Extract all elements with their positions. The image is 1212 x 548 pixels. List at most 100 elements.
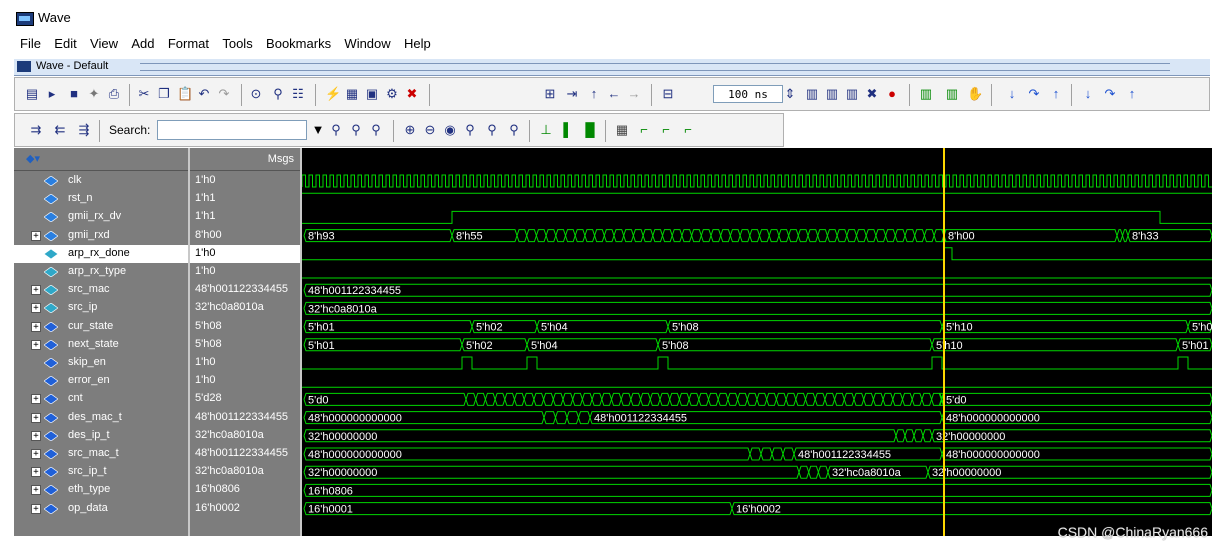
signal-row[interactable]: + src_ip 32'hc0a8010a: [14, 299, 300, 317]
break-icon[interactable]: ✖: [865, 87, 879, 101]
c-step-into-icon[interactable]: ↓: [1081, 87, 1095, 101]
c-step-out-icon[interactable]: ↑: [1125, 87, 1139, 101]
menu-format[interactable]: Format: [168, 36, 209, 51]
cut-icon[interactable]: ✂: [137, 87, 151, 101]
performance-icon[interactable]: ▥: [945, 87, 959, 101]
menu-tools[interactable]: Tools: [222, 36, 252, 51]
add-divider-icon[interactable]: ⇇: [53, 123, 67, 137]
signal-row[interactable]: clk 1'h0: [14, 172, 300, 190]
expand-icon[interactable]: +: [31, 303, 41, 314]
menu-window[interactable]: Window: [344, 36, 390, 51]
signal-row[interactable]: skip_en 1'h0: [14, 354, 300, 372]
compile-icon[interactable]: ✦: [87, 87, 101, 101]
c-step-over-icon[interactable]: ↷: [1103, 87, 1117, 101]
back-arrow-icon[interactable]: ←: [607, 87, 621, 101]
expand-icon[interactable]: +: [31, 430, 41, 441]
zoom-full-icon[interactable]: ◉: [443, 123, 457, 137]
wave-tool-icon-4[interactable]: ⚙: [385, 87, 399, 101]
menu-file[interactable]: File: [20, 36, 41, 51]
zoom-out-icon[interactable]: ⊖: [423, 123, 437, 137]
step-icon[interactable]: ⇥: [565, 87, 579, 101]
waveform-pane[interactable]: 8'h93 8'h55 8'h00 8'h33 48'h001122334455 32'h…: [302, 148, 1212, 536]
signal-row[interactable]: + des_mac_t 48'h001122334455: [14, 409, 300, 427]
wave-tool-icon-5[interactable]: ✖: [405, 87, 419, 101]
signal-row[interactable]: + src_mac 48'h001122334455: [14, 281, 300, 299]
undo-icon[interactable]: ↶: [197, 87, 211, 101]
search-input[interactable]: [157, 120, 307, 140]
run-icon[interactable]: ▥: [805, 87, 819, 101]
signal-row[interactable]: + des_ip_t 32'hc0a8010a: [14, 427, 300, 445]
step-out-icon[interactable]: ↑: [1049, 87, 1063, 101]
zoom-range-icon[interactable]: ⚲: [485, 123, 499, 137]
menu-add[interactable]: Add: [131, 36, 154, 51]
hierarchy-icon[interactable]: ☷: [291, 87, 305, 101]
wave-edge-icon-2[interactable]: ⌐: [659, 123, 673, 137]
zoom-cursor-icon[interactable]: ⚲: [463, 123, 477, 137]
insert-cursor-icon[interactable]: ⊥: [539, 123, 553, 137]
search-next-icon[interactable]: ⚲: [349, 123, 363, 137]
menu-bookmarks[interactable]: Bookmarks: [266, 36, 331, 51]
add-group-icon[interactable]: ⇶: [77, 123, 91, 137]
forward-arrow-icon[interactable]: →: [627, 87, 641, 101]
signal-row[interactable]: + src_ip_t 32'hc0a8010a: [14, 463, 300, 481]
signal-row[interactable]: error_en 1'h0: [14, 372, 300, 390]
menu-view[interactable]: View: [90, 36, 118, 51]
signal-row[interactable]: gmii_rx_dv 1'h1: [14, 208, 300, 226]
print-icon[interactable]: ⎙: [107, 87, 121, 101]
expand-icon[interactable]: +: [31, 394, 41, 405]
zoom-in-icon[interactable]: ⊕: [403, 123, 417, 137]
wave-tool-icon-1[interactable]: ⚡: [325, 87, 341, 101]
open-icon[interactable]: ▸: [45, 87, 59, 101]
add-wave-icon[interactable]: ⇉: [29, 123, 43, 137]
new-file-icon[interactable]: ▤: [25, 87, 39, 101]
signal-row[interactable]: + cnt 5'd28: [14, 390, 300, 408]
copy-icon[interactable]: ❐: [157, 87, 171, 101]
signal-row[interactable]: arp_rx_type 1'h0: [14, 263, 300, 281]
expand-icon[interactable]: +: [31, 449, 41, 459]
run-length-field[interactable]: 100 ns: [713, 85, 783, 103]
wave-view-icon-1[interactable]: ▌: [561, 123, 575, 137]
step-into-icon[interactable]: ↓: [1005, 87, 1019, 101]
zoom-last-icon[interactable]: ⚲: [507, 123, 521, 137]
expand-icon[interactable]: +: [31, 485, 41, 496]
find-icon[interactable]: ⚲: [271, 87, 285, 101]
run-all-icon[interactable]: ▥: [845, 87, 859, 101]
signal-row[interactable]: + src_mac_t 48'h001122334455: [14, 445, 300, 463]
signal-row[interactable]: + gmii_rxd 8'h00: [14, 227, 300, 245]
expand-icon[interactable]: +: [31, 412, 41, 423]
expand-icon[interactable]: +: [31, 503, 41, 514]
signal-row[interactable]: + next_state 5'h08: [14, 336, 300, 354]
step-over-icon[interactable]: ↷: [1027, 87, 1041, 101]
signal-row[interactable]: + eth_type 16'h0806: [14, 481, 300, 499]
signal-row[interactable]: arp_rx_done 1'h0: [14, 244, 300, 263]
names-divider[interactable]: [188, 148, 190, 536]
wave-tool-icon-2[interactable]: ▦: [345, 87, 359, 101]
search-dropdown-icon[interactable]: ▼: [311, 123, 325, 137]
search-options-icon[interactable]: ⚲: [329, 123, 343, 137]
run-length-icon[interactable]: ⊟: [661, 87, 675, 101]
paste-icon[interactable]: 📋: [177, 87, 193, 101]
signal-row[interactable]: + op_data 16'h0002: [14, 500, 300, 518]
memory-icon[interactable]: ▥: [919, 87, 933, 101]
wave-tool-icon-3[interactable]: ▣: [365, 87, 379, 101]
expand-icon[interactable]: +: [31, 230, 41, 241]
stop-icon[interactable]: ●: [885, 87, 899, 101]
wave-edge-icon-3[interactable]: ⌐: [681, 123, 695, 137]
search-prev-icon[interactable]: ⚲: [369, 123, 383, 137]
wave-edge-icon-1[interactable]: ⌐: [637, 123, 651, 137]
menu-edit[interactable]: Edit: [54, 36, 76, 51]
save-icon[interactable]: ■: [67, 87, 81, 101]
wave-edit-icon-1[interactable]: ▦: [615, 123, 629, 137]
hand-icon[interactable]: ✋: [967, 87, 983, 101]
up-arrow-icon[interactable]: ↑: [587, 87, 601, 101]
signal-row[interactable]: rst_n 1'h1: [14, 190, 300, 208]
continue-icon[interactable]: ▥: [825, 87, 839, 101]
header-menu-icon[interactable]: ◆▾: [26, 152, 40, 165]
layout-icon[interactable]: ⊞: [543, 87, 557, 101]
menu-help[interactable]: Help: [404, 36, 431, 51]
signal-row[interactable]: + cur_state 5'h08: [14, 318, 300, 336]
run-length-stepper-icon[interactable]: ⇕: [783, 87, 797, 101]
expand-icon[interactable]: +: [31, 339, 41, 350]
expand-icon[interactable]: +: [31, 467, 41, 478]
redo-icon[interactable]: ↷: [217, 87, 231, 101]
